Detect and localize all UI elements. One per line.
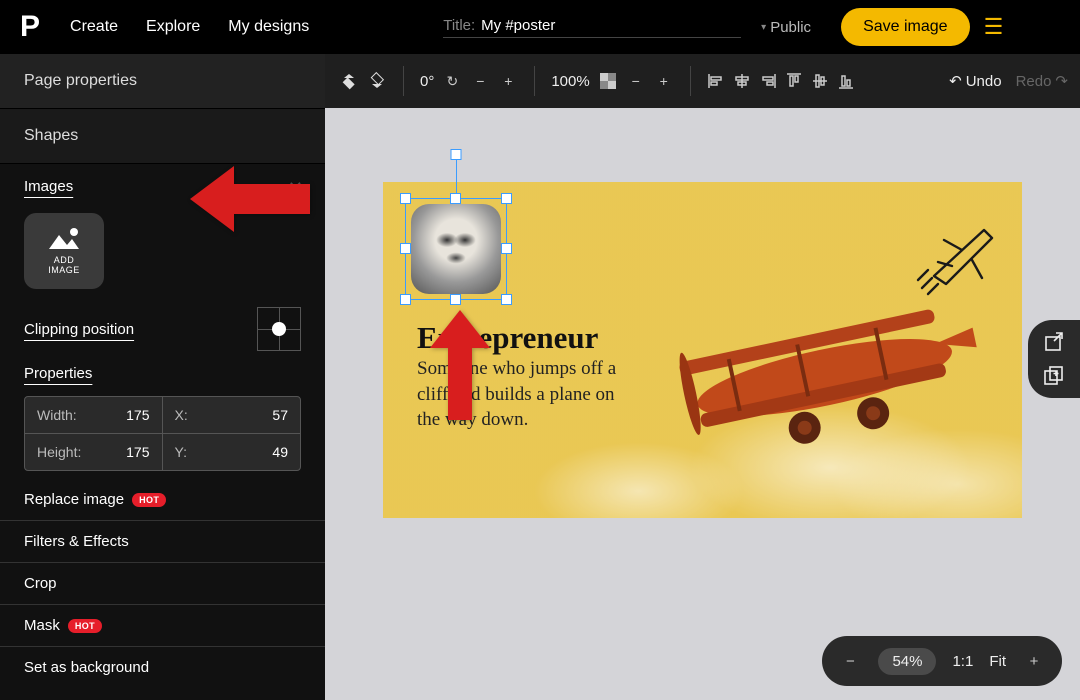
nav-explore[interactable]: Explore (146, 18, 200, 36)
crop-item[interactable]: Crop (0, 563, 325, 605)
logo[interactable]: P (20, 10, 40, 44)
align-left-icon[interactable] (705, 70, 727, 92)
canvas-area[interactable]: 0° ↻ − + 100% − + ↶Undo Redo↷ (325, 54, 1080, 700)
properties-label: Properties (0, 361, 325, 388)
rotation-plus-icon[interactable]: + (496, 69, 520, 93)
zoom-out-icon[interactable]: − (838, 649, 862, 673)
hot-badge: HOT (132, 493, 166, 507)
replace-image-item[interactable]: Replace imageHOT (0, 479, 325, 521)
opacity-value[interactable]: 100% (551, 73, 589, 90)
rotation-value[interactable]: 0° (420, 73, 434, 90)
annotation-arrow-up (430, 310, 490, 420)
undo-button[interactable]: ↶Undo (949, 72, 1001, 90)
hot-badge: HOT (68, 619, 102, 633)
image-icon (47, 227, 81, 251)
align-middle-v-icon[interactable] (809, 70, 831, 92)
visibility-dropdown[interactable]: Public (761, 19, 811, 36)
selection-box[interactable] (405, 198, 507, 300)
annotation-arrow-left (190, 164, 310, 234)
nav-create[interactable]: Create (70, 18, 118, 36)
clipping-position-label: Clipping position (24, 321, 134, 338)
add-image-button[interactable]: ADD IMAGE (24, 213, 104, 289)
shapes-tab[interactable]: Shapes (0, 109, 325, 164)
zoom-value[interactable]: 54% (878, 648, 936, 675)
y-field[interactable]: Y:49 (163, 434, 301, 470)
layer-up-icon[interactable] (337, 69, 361, 93)
zoom-in-icon[interactable]: + (1022, 649, 1046, 673)
title-value[interactable]: My #poster (481, 17, 741, 34)
x-field[interactable]: X:57 (163, 397, 301, 434)
hamburger-icon[interactable]: ☰ (984, 14, 1004, 40)
properties-grid: Width:175 X:57 Height:175 Y:49 (24, 396, 301, 471)
filters-effects-item[interactable]: Filters & Effects (0, 521, 325, 563)
opacity-plus-icon[interactable]: + (652, 69, 676, 93)
zoom-fit[interactable]: Fit (989, 653, 1006, 670)
save-image-button[interactable]: Save image (841, 8, 970, 46)
width-field[interactable]: Width:175 (25, 397, 163, 434)
canvas-toolbar: 0° ↻ − + 100% − + ↶Undo Redo↷ (325, 54, 1080, 108)
title-field[interactable]: Title: My #poster (443, 17, 741, 38)
height-field[interactable]: Height:175 (25, 434, 163, 470)
duplicate-icon[interactable] (1042, 364, 1066, 388)
sidebar: Page properties Shapes Images ✕ ADD IMAG… (0, 54, 325, 700)
set-as-background-item[interactable]: Set as background (0, 647, 325, 688)
zoom-bar: − 54% 1:1 Fit + (822, 636, 1062, 686)
opacity-minus-icon[interactable]: − (624, 69, 648, 93)
mask-item[interactable]: MaskHOT (0, 605, 325, 647)
layer-down-icon[interactable] (365, 69, 389, 93)
top-bar: P Create Explore My designs Title: My #p… (0, 0, 1080, 54)
export-icon[interactable] (1042, 330, 1066, 354)
floating-tools (1028, 320, 1080, 398)
align-right-icon[interactable] (757, 70, 779, 92)
transparency-icon[interactable] (596, 69, 620, 93)
align-center-h-icon[interactable] (731, 70, 753, 92)
rotation-minus-icon[interactable]: − (468, 69, 492, 93)
zoom-one-to-one[interactable]: 1:1 (952, 653, 973, 670)
align-bottom-icon[interactable] (835, 70, 857, 92)
redo-button: Redo↷ (1016, 72, 1068, 90)
title-label: Title: (443, 17, 475, 34)
page-properties-tab[interactable]: Page properties (0, 54, 325, 109)
clipping-position-grid[interactable] (257, 307, 301, 351)
add-image-label: ADD IMAGE (48, 255, 80, 275)
rotate-handle[interactable] (451, 149, 462, 160)
align-top-icon[interactable] (783, 70, 805, 92)
nav-my-designs[interactable]: My designs (228, 18, 309, 36)
jet-icon (914, 218, 1000, 296)
rotate-icon[interactable]: ↻ (440, 69, 464, 93)
